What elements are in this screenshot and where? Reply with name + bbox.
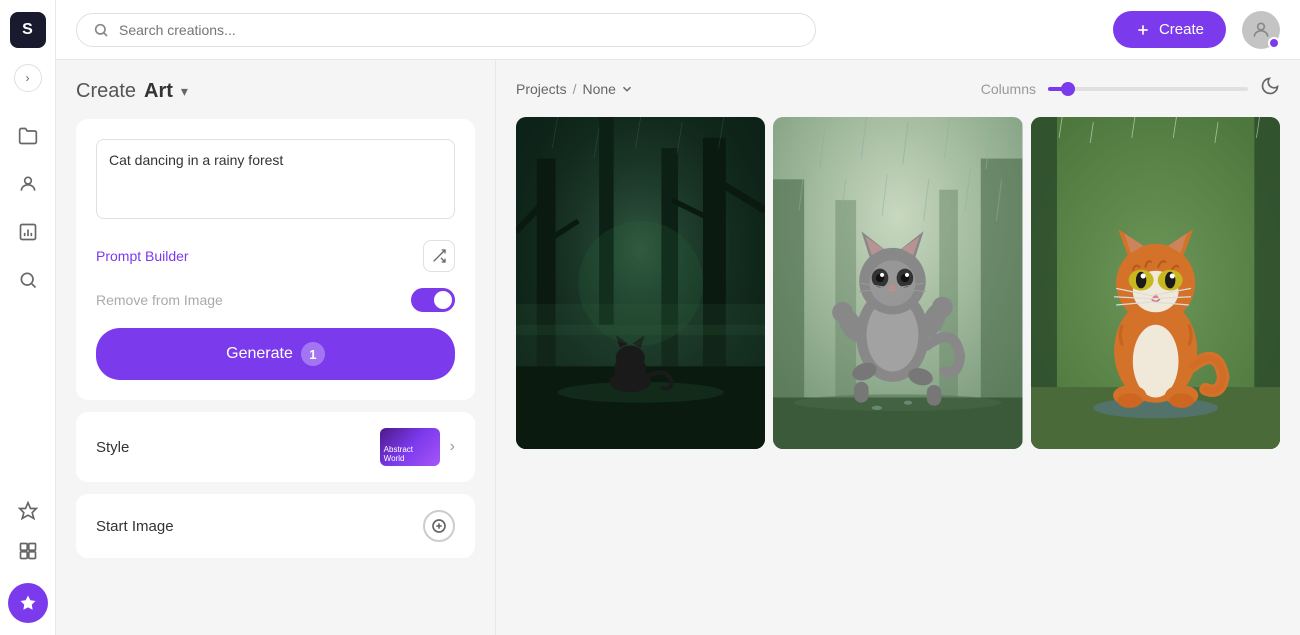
columns-control: Columns <box>981 76 1280 101</box>
sidebar: S › <box>0 0 56 635</box>
content-area: Create Art ▾ Cat dancing in a rainy fore… <box>56 60 1300 635</box>
sidebar-bottom <box>8 491 48 623</box>
columns-slider[interactable] <box>1048 87 1248 91</box>
sidebar-item-template[interactable] <box>8 531 48 571</box>
style-card[interactable]: Style Abstract World › <box>76 412 475 482</box>
image-item[interactable] <box>516 117 765 449</box>
breadcrumb-chevron-icon <box>620 82 634 96</box>
image-item[interactable] <box>1031 117 1280 449</box>
images-grid <box>516 117 1280 449</box>
image-item[interactable] <box>773 117 1022 449</box>
start-image-card: Start Image <box>76 494 475 558</box>
style-right: Abstract World › <box>380 428 455 466</box>
prompt-builder-link[interactable]: Prompt Builder <box>96 248 189 264</box>
main-content: Create Create Art ▾ Cat dancing in a rai… <box>56 0 1300 635</box>
breadcrumb-none-dropdown[interactable]: None <box>582 81 633 97</box>
left-panel: Create Art ▾ Cat dancing in a rainy fore… <box>56 60 496 635</box>
toggle-knob <box>434 291 452 309</box>
columns-slider-thumb <box>1061 82 1075 96</box>
shuffle-button[interactable] <box>423 240 455 272</box>
avatar-icon <box>1251 20 1271 40</box>
generate-button[interactable]: Generate 1 <box>96 328 455 380</box>
sidebar-item-folder[interactable] <box>8 116 48 156</box>
generated-image-1 <box>516 117 765 449</box>
style-chevron-icon: › <box>450 438 455 456</box>
moon-icon <box>1260 76 1280 96</box>
title-dropdown-arrow[interactable]: ▾ <box>181 83 188 100</box>
sidebar-item-chart[interactable] <box>8 212 48 252</box>
prompt-card: Cat dancing in a rainy forest Prompt Bui… <box>76 119 475 400</box>
add-circle-icon <box>431 518 447 534</box>
sidebar-item-magic[interactable] <box>8 491 48 531</box>
search-input[interactable] <box>119 22 799 38</box>
sidebar-toggle-button[interactable]: › <box>14 64 42 92</box>
theme-toggle-icon[interactable] <box>1260 76 1280 101</box>
avatar-badge <box>1268 37 1280 49</box>
remove-image-row: Remove from Image <box>96 288 455 312</box>
topbar: Create <box>56 0 1300 60</box>
generated-image-3 <box>1031 117 1280 449</box>
create-button[interactable]: Create <box>1113 11 1226 48</box>
sidebar-item-search[interactable] <box>8 260 48 300</box>
user-avatar[interactable] <box>1242 11 1280 49</box>
app-logo[interactable]: S <box>10 12 46 48</box>
panel-title: Create Art ▾ <box>76 80 475 103</box>
breadcrumb: Projects / None <box>516 81 634 97</box>
sidebar-item-people[interactable] <box>8 164 48 204</box>
create-plus-icon <box>1135 22 1151 38</box>
right-header: Projects / None Columns <box>516 76 1280 101</box>
generate-count-badge: 1 <box>301 342 325 366</box>
shuffle-icon <box>431 248 447 264</box>
style-preview: Abstract World <box>380 428 440 466</box>
prompt-textarea[interactable]: Cat dancing in a rainy forest <box>96 139 455 219</box>
remove-image-toggle[interactable] <box>411 288 455 312</box>
prompt-builder-row: Prompt Builder <box>96 240 455 272</box>
ai-assistant-button[interactable] <box>8 583 48 623</box>
generated-image-2 <box>773 117 1022 449</box>
topbar-search-icon <box>93 22 109 38</box>
right-panel: Projects / None Columns <box>496 60 1300 635</box>
search-container <box>76 13 816 47</box>
add-start-image-button[interactable] <box>423 510 455 542</box>
